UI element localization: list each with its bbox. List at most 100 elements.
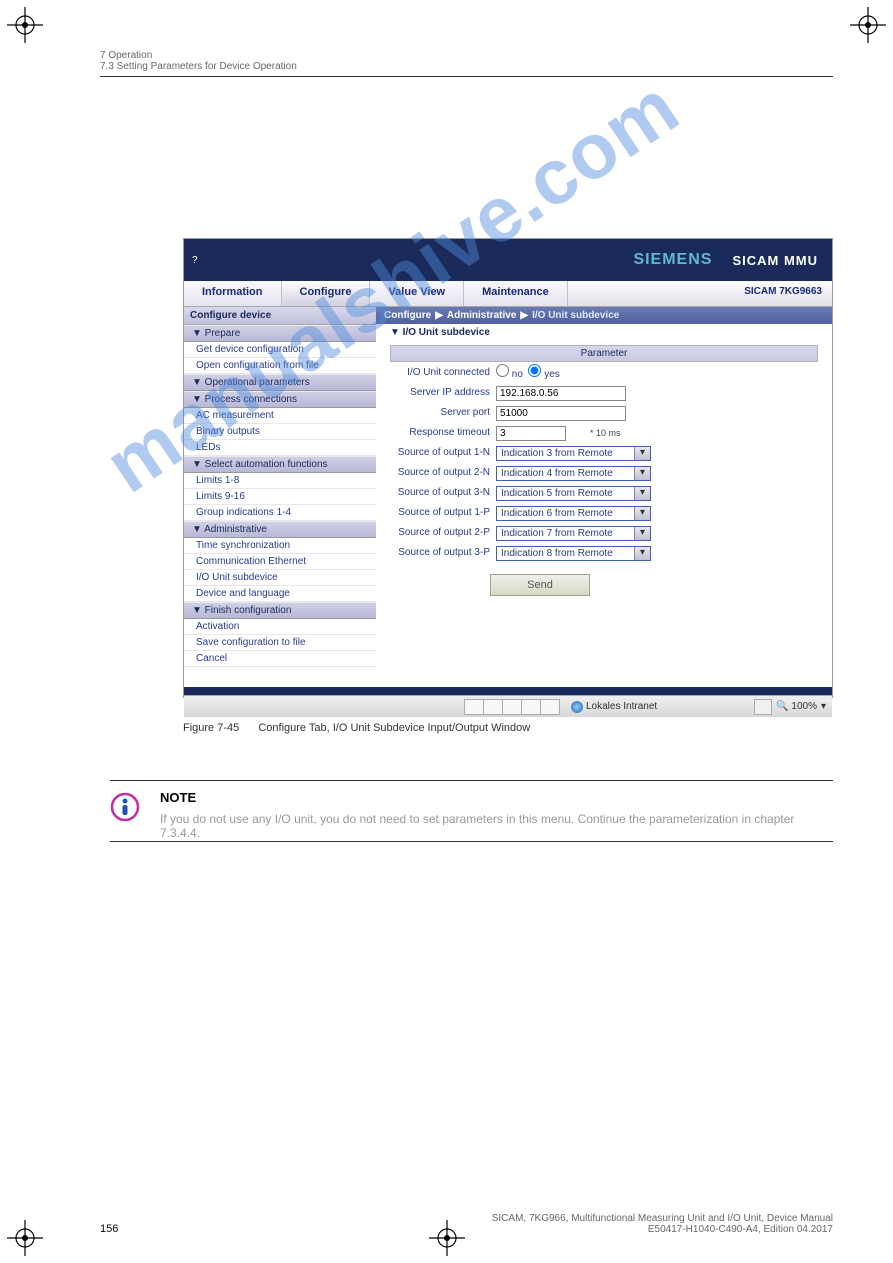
tab-configure[interactable]: Configure	[282, 281, 371, 306]
main-panel: Configure▶Administrative▶I/O Unit subdev…	[376, 307, 832, 687]
input-server-ip[interactable]	[496, 386, 626, 401]
sidebar-item-activation[interactable]: Activation	[184, 619, 376, 635]
globe-icon	[571, 701, 583, 713]
zone-indicator: Lokales Intranet	[571, 701, 657, 713]
sidebar-section-operational[interactable]: ▼ Operational parameters	[184, 374, 376, 391]
label-output-1n: Source of output 1-N	[390, 447, 496, 458]
chevron-down-icon: ▾	[634, 447, 650, 460]
sidebar-item-comm-ethernet[interactable]: Communication Ethernet	[184, 554, 376, 570]
label-no: no	[512, 369, 523, 380]
sidebar-item-limits-9-16[interactable]: Limits 9-16	[184, 489, 376, 505]
product-name: SICAM MMU	[732, 253, 818, 268]
breadcrumb: Configure▶Administrative▶I/O Unit subdev…	[376, 307, 832, 324]
sidebar-item-get-device[interactable]: Get device configuration	[184, 342, 376, 358]
zoom-control[interactable]: 🔍 100% ▾	[754, 699, 826, 715]
browser-status-bar: Lokales Intranet 🔍 100% ▾	[184, 695, 832, 717]
zone-label: Lokales Intranet	[586, 701, 657, 712]
breadcrumb-current: I/O Unit subdevice	[532, 310, 619, 321]
note-label: NOTE	[160, 790, 196, 805]
send-button[interactable]: Send	[490, 574, 590, 596]
label-output-2n: Source of output 2-N	[390, 467, 496, 478]
label-server-ip: Server IP address	[390, 387, 496, 398]
chevron-down-icon: ▾	[634, 487, 650, 500]
label-server-port: Server port	[390, 407, 496, 418]
select-output-1p[interactable]: Indication 6 from Remote▾	[496, 506, 651, 521]
panel-subheader: ▼ I/O Unit subdevice	[376, 324, 832, 341]
select-output-2n[interactable]: Indication 4 from Remote▾	[496, 466, 651, 481]
sidebar-item-ac-measurement[interactable]: AC measurement	[184, 408, 376, 424]
sidebar-item-leds[interactable]: LEDs	[184, 440, 376, 456]
input-response-timeout[interactable]	[496, 426, 566, 441]
chevron-down-icon[interactable]: ▾	[821, 701, 826, 712]
sidebar-section-process[interactable]: ▼ Process connections	[184, 391, 376, 408]
device-id: SICAM 7KG9663	[734, 281, 832, 306]
select-output-1n[interactable]: Indication 3 from Remote▾	[496, 446, 651, 461]
chevron-down-icon: ▾	[634, 467, 650, 480]
breadcrumb-configure[interactable]: Configure	[384, 310, 431, 321]
label-yes: yes	[544, 369, 560, 380]
chevron-down-icon: ▾	[634, 507, 650, 520]
sidebar-item-io-subdevice[interactable]: I/O Unit subdevice	[184, 570, 376, 586]
chevron-down-icon: ▾	[634, 527, 650, 540]
screenshot-window: ? SIEMENS SICAM MMU Information Configur…	[183, 238, 833, 698]
label-response-timeout: Response timeout	[390, 427, 496, 438]
chevron-down-icon: ▾	[634, 547, 650, 560]
sidebar-item-open-config[interactable]: Open configuration from file	[184, 358, 376, 374]
sidebar-section-finish[interactable]: ▼ Finish configuration	[184, 602, 376, 619]
sidebar: Configure device ▼ Prepare Get device co…	[184, 307, 376, 687]
footer-line-2: E50417-H1040-C490-A4, Edition 04.2017	[492, 1224, 833, 1235]
select-output-2p[interactable]: Indication 7 from Remote▾	[496, 526, 651, 541]
sidebar-item-save-to-file[interactable]: Save configuration to file	[184, 635, 376, 651]
brand-logo: SIEMENS	[633, 251, 712, 269]
select-output-3n[interactable]: Indication 5 from Remote▾	[496, 486, 651, 501]
app-header: ? SIEMENS SICAM MMU	[184, 239, 832, 281]
label-output-1p: Source of output 1-P	[390, 507, 496, 518]
sidebar-item-device-language[interactable]: Device and language	[184, 586, 376, 602]
main-tabs: Information Configure Value View Mainten…	[184, 281, 832, 307]
breadcrumb-administrative[interactable]: Administrative	[447, 310, 516, 321]
figure-number: Figure 7-45	[183, 722, 239, 734]
label-output-3n: Source of output 3-N	[390, 487, 496, 498]
sidebar-item-time-sync[interactable]: Time synchronization	[184, 538, 376, 554]
figure-caption: Figure 7-45 Configure Tab, I/O Unit Subd…	[183, 722, 530, 734]
sidebar-item-limits-1-8[interactable]: Limits 1-8	[184, 473, 376, 489]
page-header: 7 Operation 7.3 Setting Parameters for D…	[100, 50, 833, 77]
sidebar-section-automation[interactable]: ▼ Select automation functions	[184, 456, 376, 473]
app-footer-bar	[184, 687, 832, 695]
page-footer: SICAM, 7KG966, Multifunctional Measuring…	[492, 1213, 833, 1235]
registration-mark-icon	[5, 5, 45, 45]
sidebar-item-binary-outputs[interactable]: Binary outputs	[184, 424, 376, 440]
label-output-3p: Source of output 3-P	[390, 547, 496, 558]
registration-mark-icon	[848, 5, 888, 45]
sidebar-item-group-indications[interactable]: Group indications 1-4	[184, 505, 376, 521]
select-output-3p[interactable]: Indication 8 from Remote▾	[496, 546, 651, 561]
help-icon[interactable]: ?	[192, 255, 198, 266]
zoom-value: 🔍 100%	[776, 701, 817, 712]
registration-mark-icon	[5, 1218, 45, 1258]
input-server-port[interactable]	[496, 406, 626, 421]
page-number: 156	[100, 1223, 118, 1235]
note-block: NOTE If you do not use any I/O unit, you…	[110, 780, 833, 842]
registration-mark-icon	[427, 1218, 467, 1258]
radio-yes[interactable]	[528, 364, 541, 377]
sidebar-title: Configure device	[184, 307, 376, 325]
note-text: If you do not use any I/O unit, you do n…	[160, 812, 833, 840]
sidebar-item-cancel[interactable]: Cancel	[184, 651, 376, 667]
info-icon	[110, 792, 140, 822]
section-label: 7.3 Setting Parameters for Device Operat…	[100, 61, 833, 72]
figure-title: Configure Tab, I/O Unit Subdevice Input/…	[258, 722, 530, 734]
sidebar-section-prepare[interactable]: ▼ Prepare	[184, 325, 376, 342]
label-output-2p: Source of output 2-P	[390, 527, 496, 538]
tab-maintenance[interactable]: Maintenance	[464, 281, 568, 306]
tab-information[interactable]: Information	[184, 281, 282, 306]
parameter-header: Parameter	[390, 345, 818, 362]
footer-line-1: SICAM, 7KG966, Multifunctional Measuring…	[492, 1213, 833, 1224]
parameter-form: Parameter I/O Unit connected no yes Serv…	[390, 345, 818, 596]
timeout-unit-note: * 10 ms	[590, 428, 621, 438]
sidebar-section-administrative[interactable]: ▼ Administrative	[184, 521, 376, 538]
page-mode-icon[interactable]	[754, 699, 772, 715]
radio-no[interactable]	[496, 364, 509, 377]
tab-value-view[interactable]: Value View	[370, 281, 464, 306]
chapter-label: 7 Operation	[100, 50, 833, 61]
label-io-connected: I/O Unit connected	[390, 367, 496, 378]
